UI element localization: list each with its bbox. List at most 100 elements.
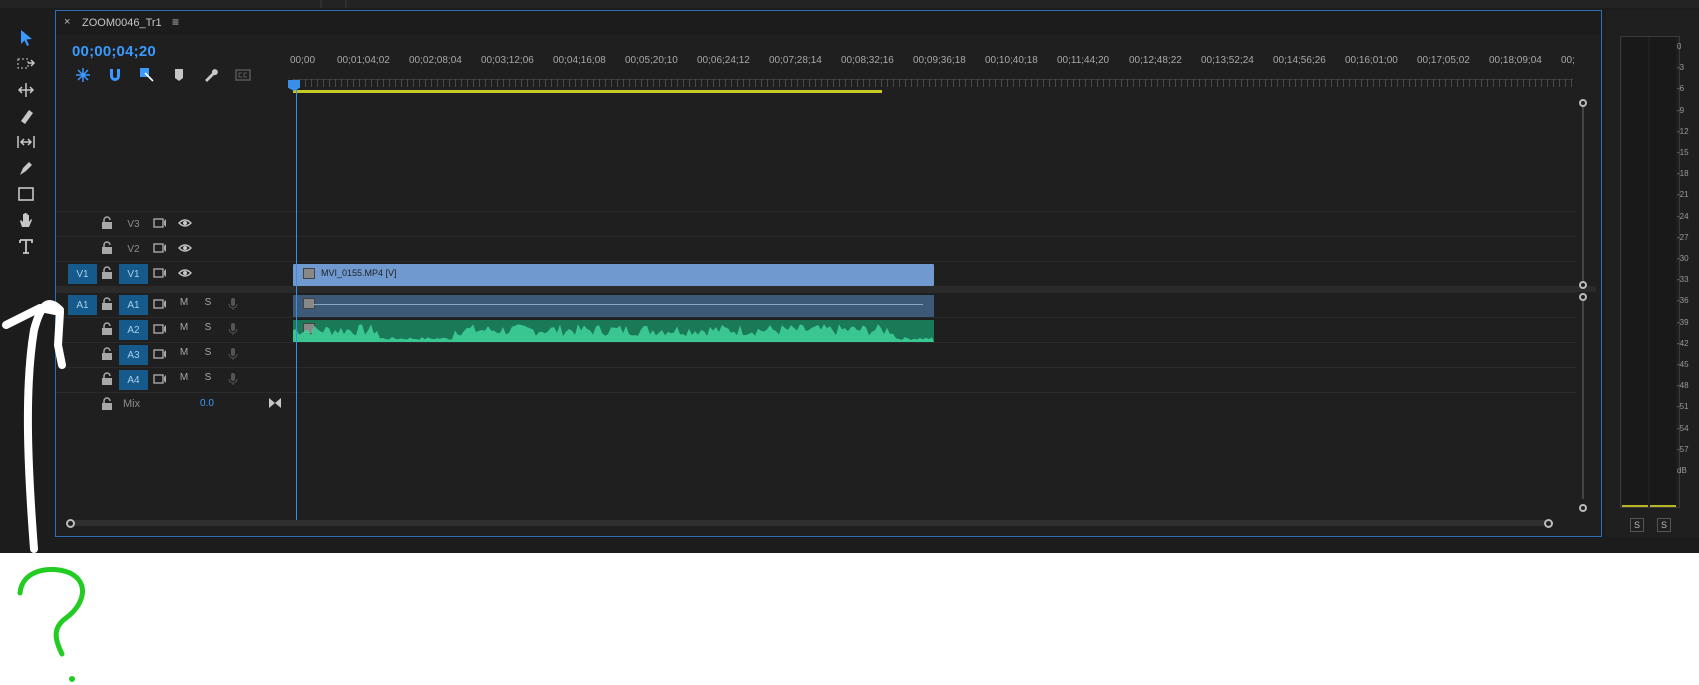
source-patch-v1[interactable]: V1 [68, 264, 97, 284]
mute-button[interactable]: M [177, 322, 191, 333]
microphone-icon[interactable] [226, 322, 240, 336]
panel-separator [345, 0, 347, 8]
db-scale-label: -54 [1677, 423, 1689, 433]
solo-button[interactable]: S [201, 297, 215, 308]
playhead-line[interactable] [296, 83, 297, 525]
lock-icon[interactable] [101, 397, 113, 411]
microphone-icon[interactable] [226, 297, 240, 311]
audio-clip-a1[interactable] [293, 295, 934, 317]
lock-icon[interactable] [101, 241, 113, 255]
pen-tool[interactable] [12, 156, 40, 180]
selection-tool[interactable] [12, 26, 40, 50]
track-target-a2[interactable]: A2 [119, 320, 148, 340]
track-target-v1[interactable]: V1 [119, 264, 148, 284]
track-target-a3[interactable]: A3 [119, 345, 148, 365]
horizontal-zoom-scrollbar[interactable] [66, 517, 1581, 529]
eye-icon[interactable] [178, 266, 192, 280]
microphone-icon[interactable] [226, 372, 240, 386]
eye-icon[interactable] [178, 241, 192, 255]
zoom-scroll-track[interactable] [70, 520, 1550, 526]
mix-volume-value[interactable]: 0.0 [200, 398, 214, 409]
nest-icon [76, 68, 90, 82]
ruler-tick-label: 00;04;16;08 [553, 55, 606, 66]
sync-lock-icon[interactable] [153, 322, 167, 336]
vertical-scrollbars[interactable] [1579, 99, 1589, 514]
razor-tool[interactable] [12, 104, 40, 128]
db-scale-label: -48 [1677, 381, 1689, 391]
lock-icon[interactable] [101, 216, 113, 230]
clip-name: MVI_0155.MP4 [V] [321, 268, 397, 278]
lock-icon[interactable] [101, 372, 113, 386]
track-row-a4: A4 M S [56, 367, 1576, 392]
linked-selection-button[interactable] [138, 66, 156, 84]
scroll-handle[interactable] [1579, 99, 1587, 107]
mute-button[interactable]: M [177, 297, 191, 308]
rectangle-tool[interactable] [12, 182, 40, 206]
sync-lock-icon[interactable] [153, 216, 167, 230]
db-scale-label: -27 [1677, 232, 1689, 242]
scroll-handle[interactable] [1579, 281, 1587, 289]
type-tool[interactable] [12, 234, 40, 258]
ripple-edit-tool[interactable] [12, 78, 40, 102]
captions-button[interactable] [234, 66, 252, 84]
timeline-settings-button[interactable] [202, 66, 220, 84]
lock-icon[interactable] [101, 322, 113, 336]
db-scale-label: -57 [1677, 444, 1689, 454]
track-target-v3[interactable]: V3 [119, 214, 148, 234]
close-tab-button[interactable]: × [64, 16, 70, 28]
solo-right-button[interactable]: S [1657, 518, 1671, 532]
track-target-a4[interactable]: A4 [119, 370, 148, 390]
panel-menu-button[interactable]: ≡ [172, 15, 179, 29]
sequence-tab[interactable]: ZOOM0046_Tr1 [82, 17, 162, 29]
track-target-a1[interactable]: A1 [119, 295, 148, 315]
video-scroll-track[interactable] [1582, 105, 1584, 283]
top-strip [0, 0, 1699, 8]
source-patch-a1[interactable]: A1 [68, 295, 97, 315]
slip-tool[interactable] [12, 130, 40, 154]
track-select-tool[interactable] [12, 52, 40, 76]
solo-left-button[interactable]: S [1630, 518, 1644, 532]
scroll-handle[interactable] [1579, 293, 1587, 301]
playhead-timecode[interactable]: 00;00;04;20 [72, 43, 156, 60]
db-scale-label: -33 [1677, 275, 1689, 285]
ruler-ticks [293, 79, 1573, 87]
panel-separator [320, 0, 322, 8]
track-target-v2[interactable]: V2 [119, 239, 148, 259]
mute-button[interactable]: M [177, 372, 191, 383]
zoom-handle-left[interactable] [66, 519, 75, 528]
sync-lock-icon[interactable] [153, 372, 167, 386]
hand-tool[interactable] [12, 208, 40, 232]
slip-icon [17, 136, 35, 148]
nest-toggle-button[interactable] [74, 66, 92, 84]
eye-icon[interactable] [178, 216, 192, 230]
solo-button[interactable]: S [201, 372, 215, 383]
time-ruler[interactable]: 00;00 00;01;04;02 00;02;08;04 00;03;12;06 00… [288, 55, 1593, 93]
solo-button[interactable]: S [201, 322, 215, 333]
sync-lock-icon[interactable] [153, 241, 167, 255]
track-row-v3: V3 [56, 211, 1576, 236]
lock-icon[interactable] [101, 297, 113, 311]
scroll-handle[interactable] [1579, 504, 1587, 512]
sync-lock-icon[interactable] [153, 297, 167, 311]
ruler-tick-label: 00;06;24;12 [697, 55, 750, 66]
go-to-edit-icon[interactable] [268, 396, 282, 410]
lock-icon[interactable] [101, 266, 113, 280]
sync-lock-icon[interactable] [153, 266, 167, 280]
audio-waveform [293, 324, 934, 342]
mute-button[interactable]: M [177, 347, 191, 358]
db-scale-label: 0 [1677, 42, 1682, 51]
snap-button[interactable] [106, 66, 124, 84]
db-scale-label: -3 [1677, 63, 1685, 73]
zoom-handle-right[interactable] [1544, 519, 1553, 528]
add-marker-button[interactable] [170, 66, 188, 84]
db-scale-label: -51 [1677, 402, 1689, 412]
sync-lock-icon[interactable] [153, 347, 167, 361]
audio-clip-a2[interactable] [293, 320, 934, 342]
premiere-window: × ZOOM0046_Tr1 ≡ 00;00;04;20 00;00 00;01… [0, 0, 1699, 553]
lock-icon[interactable] [101, 347, 113, 361]
video-clip[interactable]: MVI_0155.MP4 [V] [293, 264, 934, 286]
audio-scroll-track[interactable] [1582, 299, 1584, 499]
solo-button[interactable]: S [201, 347, 215, 358]
meter-channel-right [1650, 37, 1676, 507]
microphone-icon[interactable] [226, 347, 240, 361]
